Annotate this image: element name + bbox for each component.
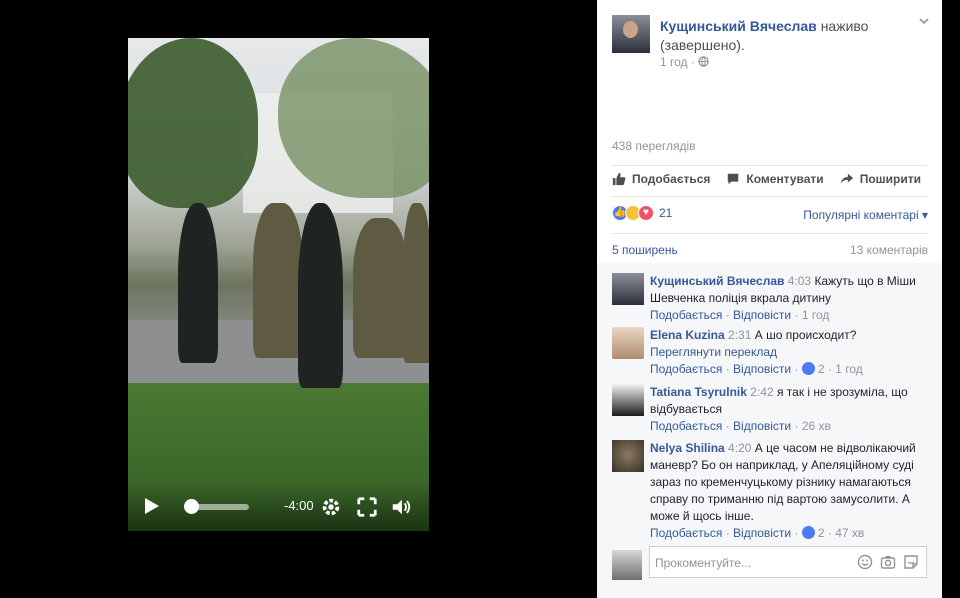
comment-age[interactable]: 26 хв [802,419,831,433]
chevron-down-icon[interactable] [918,15,930,27]
comment-timestamp[interactable]: 2:42 [750,385,773,399]
commenter-name[interactable]: Tatiana Tsyrulnik [650,385,747,399]
love-reaction-icon: ♥ [638,205,654,221]
settings-gear-icon[interactable] [320,496,342,518]
post-time[interactable]: 1 год [660,55,688,69]
video-scene-person [298,203,343,388]
like-badge-icon [801,362,815,375]
comment-count[interactable]: 13 коментарів [850,243,928,257]
video-scene-person [403,203,429,363]
caret-down-icon: ▾ [921,208,928,222]
video-progress-knob[interactable] [184,499,200,514]
share-label: Поширити [859,172,921,186]
comment-like-count[interactable]: 2 [801,362,825,376]
volume-icon[interactable] [390,496,412,518]
current-user-avatar [612,550,642,580]
video-controls: -4:00 [128,483,429,531]
commenter-name[interactable]: Elena Kuzina [650,328,725,342]
post-actions: Подобається Коментувати Поширити [612,172,921,186]
comment-actions: Подобається · Відповісти · 26 хв [650,419,831,433]
comment-body: Tatiana Tsyrulnik 2:42 я так і не зрозум… [650,384,930,435]
like-button[interactable]: Подобається [612,172,710,186]
author-name[interactable]: Кущинський Вячеслав [660,18,817,34]
comment-timestamp[interactable]: 4:20 [728,441,751,455]
video-scene-tree [128,38,258,208]
comment-body: Nelya Shilina 4:20 А це часом не відволі… [650,440,930,542]
commenter-avatar[interactable] [612,273,644,305]
post-panel: Кущинський Вячеслав наживо (завершено). … [597,0,942,598]
comment-icon [728,173,739,185]
comment-like-count[interactable]: 2 [801,526,825,540]
comment-age[interactable]: 47 хв [835,526,864,540]
comment-actions: Подобається · Відповісти · 2 · 1 год [650,362,863,376]
composer-icons [857,554,919,570]
comments-list: Кущинський Вячеслав 4:03 Кажуть що в Міш… [597,263,942,598]
share-count[interactable]: 5 поширень [612,243,678,257]
like-label: Подобається [632,172,711,186]
comment: Elena Kuzina 2:31 А шо происходит? Перег… [612,327,930,377]
comment-timestamp[interactable]: 2:31 [728,328,751,342]
comment-actions: Подобається · Відповісти · 2 · 47 хв [650,526,865,540]
divider [612,196,927,197]
comment-reply-link[interactable]: Відповісти [733,526,791,540]
divider [612,165,927,166]
comment-actions: Подобається · Відповісти · 1 год [650,308,830,322]
comment-sort-dropdown[interactable]: Популярні коментарі ▾ [803,208,928,222]
comment-text: А шо происходит? [754,328,857,342]
play-icon[interactable] [144,497,160,515]
comment-label: Коментувати [746,172,824,186]
commenter-avatar[interactable] [612,440,644,472]
comment-input-placeholder: Прокоментуйте... [655,556,751,570]
fullscreen-icon[interactable] [356,496,378,518]
post-meta: 1 год · [660,55,709,69]
comment-body: Elena Kuzina 2:31 А шо происходит? Перег… [650,327,930,378]
author-avatar[interactable] [612,15,650,53]
comment-timestamp[interactable]: 4:03 [788,274,811,288]
comment-like-link[interactable]: Подобається [650,419,722,433]
see-translation-link[interactable]: Переглянути переклад [650,344,930,361]
meta-separator: · [690,55,695,69]
globe-icon [698,56,709,67]
comment-age[interactable]: 1 год [802,308,830,322]
sticker-icon[interactable] [903,554,919,570]
commenter-avatar[interactable] [612,384,644,416]
reactions-summary[interactable]: 👍 ♥ 21 [612,205,672,221]
share-arrow-icon [840,173,853,185]
video-time-remaining: -4:00 [284,498,314,513]
comment-like-link[interactable]: Подобається [650,526,722,540]
emoji-icon[interactable] [857,554,873,570]
commenter-avatar[interactable] [612,327,644,359]
camera-icon[interactable] [880,554,896,570]
like-badge-icon [801,526,815,539]
comment-reply-link[interactable]: Відповісти [733,308,791,322]
video-scene-person [353,218,408,358]
comment-reply-link[interactable]: Відповісти [733,419,791,433]
sort-label: Популярні коментарі [803,208,919,222]
commenter-name[interactable]: Nelya Shilina [650,441,725,455]
commenter-name[interactable]: Кущинський Вячеслав [650,274,784,288]
comment: Кущинський Вячеслав 4:03 Кажуть що в Міш… [612,273,930,323]
share-button[interactable]: Поширити [840,172,921,186]
post-title: Кущинський Вячеслав наживо (завершено). [660,17,900,55]
reaction-count: 21 [659,206,673,220]
comment-age[interactable]: 1 год [835,362,863,376]
thumbs-up-icon [612,172,626,186]
video-scene-person [253,203,303,358]
comment: Nelya Shilina 4:20 А це часом не відволі… [612,440,930,540]
divider [612,233,927,234]
comment-body: Кущинський Вячеслав 4:03 Кажуть що в Міш… [650,273,930,324]
comment: Tatiana Tsyrulnik 2:42 я так і не зрозум… [612,384,930,434]
video-player[interactable]: -4:00 [128,38,429,531]
comment-button[interactable]: Коментувати [726,172,824,186]
comment-like-link[interactable]: Подобається [650,362,722,376]
comment-like-link[interactable]: Подобається [650,308,722,322]
video-scene-person [178,203,218,363]
comment-reply-link[interactable]: Відповісти [733,362,791,376]
view-count: 438 переглядів [612,139,696,153]
